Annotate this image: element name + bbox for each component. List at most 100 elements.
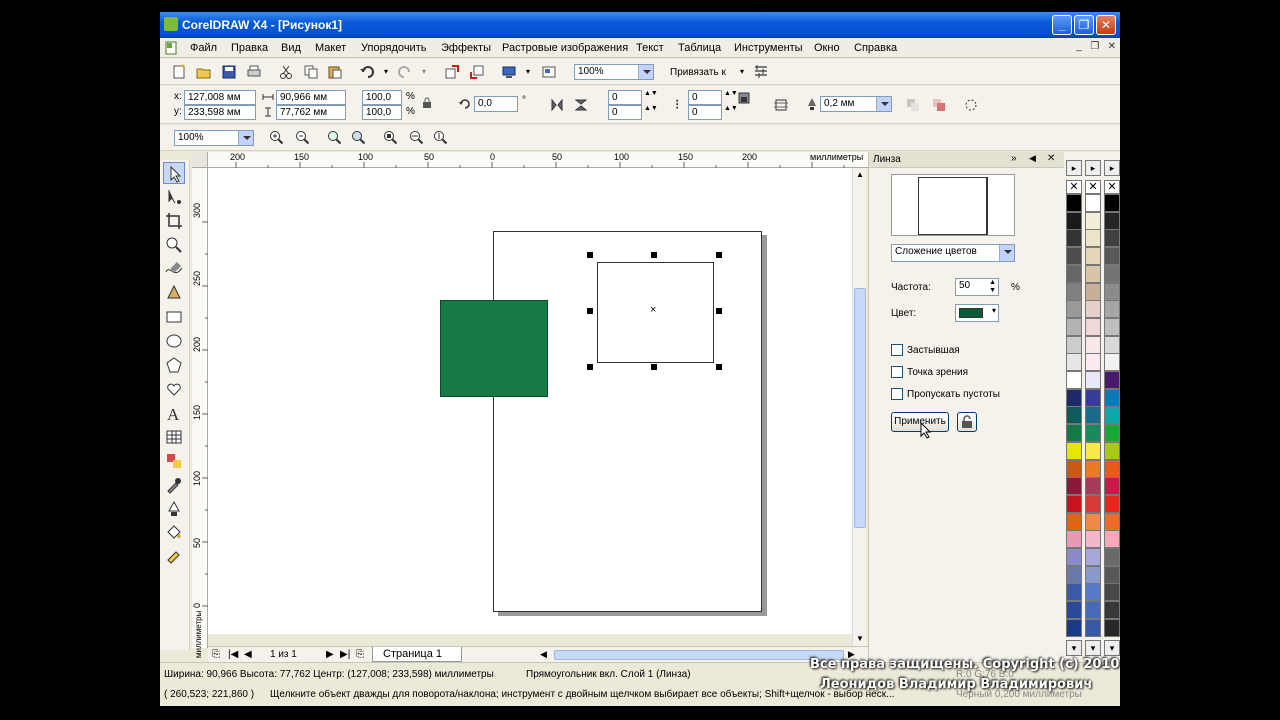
add-page-icon[interactable]: ⎘ xyxy=(356,649,364,660)
color-swatch[interactable] xyxy=(1104,530,1120,549)
drawing-canvas[interactable]: × xyxy=(208,168,852,634)
color-dropdown-icon[interactable]: ▾ xyxy=(992,306,996,315)
shape-tool[interactable] xyxy=(163,186,185,208)
color-swatch[interactable] xyxy=(1104,229,1120,248)
color-swatch[interactable] xyxy=(1104,565,1120,584)
undo-button[interactable] xyxy=(358,63,376,81)
color-swatch[interactable] xyxy=(1085,229,1101,248)
no-fill-swatch[interactable]: ✕ xyxy=(1066,180,1082,194)
ellipse-tool[interactable] xyxy=(163,330,185,352)
color-swatch[interactable] xyxy=(1085,406,1101,425)
open-button[interactable] xyxy=(195,63,213,81)
color-swatch[interactable] xyxy=(1066,211,1082,230)
color-swatch[interactable] xyxy=(1066,565,1082,584)
color-swatch[interactable] xyxy=(1066,441,1082,460)
zoom-to-page-icon[interactable] xyxy=(382,129,400,147)
color-swatch[interactable] xyxy=(1104,494,1120,513)
zoom-to-selected-icon[interactable] xyxy=(326,129,344,147)
interactive-fill-tool[interactable] xyxy=(163,546,185,568)
color-swatch[interactable] xyxy=(1066,424,1082,443)
mirror-vertical-button[interactable] xyxy=(572,96,590,114)
selection-handle[interactable] xyxy=(587,364,593,370)
docker-expand-icon[interactable]: » xyxy=(1011,153,1017,164)
parallel-dimension-tool[interactable] xyxy=(163,450,185,472)
menu-text[interactable]: Текст xyxy=(636,42,664,54)
color-swatch[interactable] xyxy=(1104,441,1120,460)
zoom-in-icon[interactable] xyxy=(268,129,286,147)
rotation-angle-field[interactable]: 0,0 xyxy=(474,96,518,112)
copy-button[interactable] xyxy=(302,63,320,81)
color-swatch[interactable] xyxy=(1085,512,1101,531)
color-swatch[interactable] xyxy=(1085,371,1101,389)
palette-scroll-down-icon[interactable]: ▾ xyxy=(1085,640,1101,656)
last-page-icon[interactable]: ▶| xyxy=(340,649,350,660)
corner-spinner-icon-2[interactable]: ▲▼ xyxy=(644,105,658,112)
palette-scroll-down-icon[interactable]: ▾ xyxy=(1104,640,1120,656)
color-swatch[interactable] xyxy=(1085,264,1101,283)
color-swatch[interactable] xyxy=(1085,300,1101,319)
menu-tools[interactable]: Инструменты xyxy=(734,42,803,54)
selection-handle[interactable] xyxy=(716,252,722,258)
color-swatch[interactable] xyxy=(1066,282,1082,301)
smart-fill-tool[interactable] xyxy=(163,282,185,304)
undo-dropdown-icon[interactable]: ▾ xyxy=(384,67,388,76)
menu-table[interactable]: Таблица xyxy=(678,42,721,54)
color-swatch[interactable] xyxy=(1104,406,1120,425)
vertical-ruler[interactable]: 300 250 200 150 100 50 0 миллиметры xyxy=(192,168,208,658)
color-swatch[interactable] xyxy=(1085,282,1101,301)
palette-scroll-icon[interactable]: ▸ xyxy=(1104,160,1120,176)
zoom-to-page-height-icon[interactable] xyxy=(432,129,450,147)
rate-field[interactable]: 50 ▲ ▼ xyxy=(955,278,999,296)
polygon-tool[interactable] xyxy=(163,354,185,376)
corner-spinner-icon-4[interactable]: ▲▼ xyxy=(724,105,738,112)
pick-tool[interactable] xyxy=(163,162,185,184)
menu-help[interactable]: Справка xyxy=(854,42,897,54)
menu-bitmaps[interactable]: Растровые изображения xyxy=(502,42,628,54)
menu-window[interactable]: Окно xyxy=(814,42,840,54)
color-swatch[interactable] xyxy=(1104,548,1120,566)
skip-blank-checkbox[interactable] xyxy=(891,388,903,400)
menu-arrange[interactable]: Упорядочить xyxy=(361,42,426,54)
menu-layout[interactable]: Макет xyxy=(315,42,346,54)
zoom-to-all-objects-icon[interactable] xyxy=(350,129,368,147)
no-fill-swatch[interactable]: ✕ xyxy=(1085,180,1101,194)
color-swatch[interactable] xyxy=(1104,335,1120,354)
cut-button[interactable] xyxy=(277,63,295,81)
close-button[interactable]: ✕ xyxy=(1096,15,1116,35)
x-position-field[interactable]: 127,008 мм xyxy=(184,90,256,105)
color-swatch[interactable] xyxy=(1085,477,1101,496)
selection-handle[interactable] xyxy=(587,308,593,314)
selection-handle[interactable] xyxy=(716,364,722,370)
color-swatch[interactable] xyxy=(1085,247,1101,266)
color-swatch[interactable] xyxy=(1104,583,1120,602)
color-swatch[interactable] xyxy=(1085,353,1101,372)
freehand-tool[interactable] xyxy=(163,258,185,280)
color-swatch[interactable] xyxy=(1066,229,1082,248)
color-swatch[interactable] xyxy=(1085,548,1101,566)
horizontal-ruler[interactable]: 200 150 100 50 0 50 100 150 200 миллимет… xyxy=(208,152,868,168)
green-rectangle[interactable] xyxy=(440,300,548,397)
color-swatch[interactable] xyxy=(1085,335,1101,354)
convert-to-curves-button[interactable] xyxy=(962,96,980,114)
menu-effects[interactable]: Эффекты xyxy=(441,42,491,54)
color-swatch[interactable] xyxy=(1066,548,1082,566)
color-swatch[interactable] xyxy=(1066,247,1082,266)
corner-lock-icon[interactable] xyxy=(738,92,750,104)
corner-top-left-field[interactable]: 0 xyxy=(608,90,642,105)
outline-tool[interactable] xyxy=(163,498,185,520)
wrap-paragraph-text-button[interactable] xyxy=(772,96,790,114)
color-swatch[interactable] xyxy=(1085,494,1101,513)
color-swatch[interactable] xyxy=(1104,618,1120,637)
redo-dropdown-icon[interactable]: ▾ xyxy=(422,67,426,76)
lens-lock-button[interactable] xyxy=(957,412,977,432)
horizontal-scrollbar-thumb[interactable] xyxy=(554,650,844,660)
selection-handle[interactable] xyxy=(651,364,657,370)
selection-handle[interactable] xyxy=(651,252,657,258)
menu-view[interactable]: Вид xyxy=(281,42,301,54)
color-swatch[interactable] xyxy=(1085,441,1101,460)
viewpoint-checkbox[interactable] xyxy=(891,366,903,378)
lock-ratio-icon[interactable] xyxy=(422,97,432,109)
color-swatch[interactable] xyxy=(1104,512,1120,531)
rectangle-tool[interactable] xyxy=(163,306,185,328)
color-swatch[interactable] xyxy=(1066,335,1082,354)
